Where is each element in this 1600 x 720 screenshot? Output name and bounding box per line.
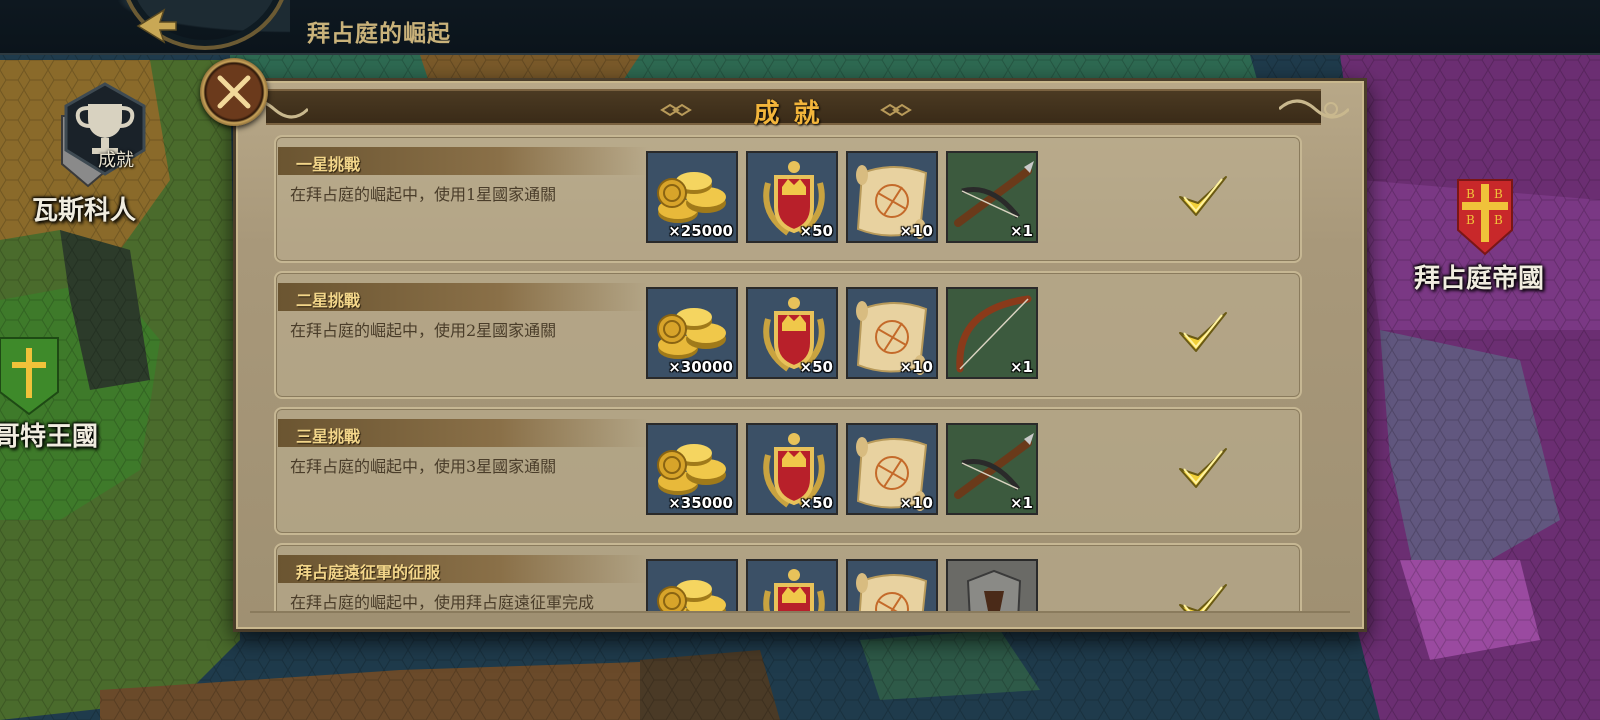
achievement-row[interactable]: 拜占庭遠征軍的征服在拜占庭的崛起中，使用拜占庭遠征軍完成 xyxy=(274,543,1302,613)
nation-label-gothic[interactable]: 哥特王國 xyxy=(0,416,98,453)
reward-quantity: ×25000 xyxy=(668,222,733,240)
page-title: 拜占庭的崛起 xyxy=(307,20,451,47)
reward-item[interactable]: ×50 xyxy=(746,151,838,243)
reward-item[interactable]: ×50 xyxy=(746,423,838,515)
reward-item[interactable]: ×1 xyxy=(946,423,1038,515)
achievement-title: 二星挑戰 xyxy=(296,291,361,310)
reward-quantity: ×50 xyxy=(799,222,833,240)
reward-quantity: ×1 xyxy=(1009,494,1033,512)
back-button[interactable] xyxy=(0,0,290,55)
dialog-header: 成就 xyxy=(238,89,1349,129)
top-bar: 拜占庭的崛起 xyxy=(0,0,1600,55)
reward-quantity: ×35000 xyxy=(668,494,733,512)
reward-item[interactable]: ×10 xyxy=(846,287,938,379)
reward-item[interactable]: ×35000 xyxy=(646,423,738,515)
svg-text:B: B xyxy=(1494,187,1503,201)
achievement-shortcut-label: 成就 xyxy=(98,150,134,171)
achievement-description: 在拜占庭的崛起中，使用1星國家通關 xyxy=(290,185,557,204)
reward-quantity: ×1 xyxy=(1009,222,1033,240)
reward-item[interactable]: ×25000 xyxy=(646,151,738,243)
achievement-description: 在拜占庭的崛起中，使用2星國家通關 xyxy=(290,321,557,340)
reward-item[interactable] xyxy=(746,559,838,613)
achievement-title-bar: 拜占庭遠征軍的征服 xyxy=(278,555,648,583)
close-button[interactable] xyxy=(200,58,268,126)
byzantine-flag-icon[interactable]: B B B B xyxy=(1456,178,1514,256)
completed-check-icon xyxy=(1176,579,1230,613)
svg-text:B: B xyxy=(1494,213,1503,227)
achievement-title-bar: 一星挑戰 xyxy=(278,147,648,175)
reward-quantity: ×30000 xyxy=(668,358,733,376)
svg-text:B: B xyxy=(1466,187,1475,201)
reward-quantity: ×50 xyxy=(799,358,833,376)
achievement-list[interactable]: 一星挑戰 在拜占庭的崛起中，使用1星國家通關 ×25000 ×50 ×10 ×1… xyxy=(274,135,1334,613)
nation-label-vyatichi[interactable]: 瓦斯科人 xyxy=(32,190,136,227)
achievement-row[interactable]: 二星挑戰 在拜占庭的崛起中，使用2星國家通關 ×30000 ×50 ×10 ×1 xyxy=(274,271,1302,399)
achievement-description: 在拜占庭的崛起中，使用3星國家通關 xyxy=(290,457,557,476)
reward-item[interactable] xyxy=(846,559,938,613)
achievement-title: 三星挑戰 xyxy=(296,427,361,446)
completed-check-icon xyxy=(1176,443,1230,493)
reward-item[interactable]: ×10 xyxy=(846,423,938,515)
achievement-row[interactable]: 一星挑戰 在拜占庭的崛起中，使用1星國家通關 ×25000 ×50 ×10 ×1 xyxy=(274,135,1302,263)
reward-item[interactable]: ×1 xyxy=(946,151,1038,243)
reward-item[interactable]: ×30000 xyxy=(646,287,738,379)
achievements-dialog: 成就 一星挑戰 在拜占庭的崛起中，使用1星國家通關 ×25000 ×50 ×10… xyxy=(233,78,1367,632)
back-arrow-icon xyxy=(136,8,177,44)
reward-quantity: ×1 xyxy=(1009,358,1033,376)
completed-check-icon xyxy=(1176,307,1230,357)
achievement-title: 拜占庭遠征軍的征服 xyxy=(296,563,441,582)
dialog-title: 成就 xyxy=(753,99,834,129)
dialog-bottom-trim xyxy=(250,611,1350,623)
nation-label-byzantine[interactable]: 拜占庭帝國 xyxy=(1414,258,1544,295)
reward-quantity: ×50 xyxy=(799,494,833,512)
reward-quantity: ×10 xyxy=(899,222,933,240)
reward-item[interactable] xyxy=(946,559,1038,613)
achievement-row[interactable]: 三星挑戰 在拜占庭的崛起中，使用3星國家通關 ×35000 ×50 ×10 ×1 xyxy=(274,407,1302,535)
achievement-title: 一星挑戰 xyxy=(296,155,361,174)
close-icon xyxy=(217,75,251,109)
reward-item[interactable]: ×10 xyxy=(846,151,938,243)
achievement-title-bar: 二星挑戰 xyxy=(278,283,648,311)
svg-text:B: B xyxy=(1466,213,1475,227)
reward-item[interactable]: ×1 xyxy=(946,287,1038,379)
reward-item[interactable]: ×50 xyxy=(746,287,838,379)
gothic-flag-icon[interactable] xyxy=(0,336,60,416)
reward-item[interactable] xyxy=(646,559,738,613)
completed-check-icon xyxy=(1176,171,1230,221)
reward-quantity: ×10 xyxy=(899,494,933,512)
reward-quantity: ×10 xyxy=(899,358,933,376)
achievement-title-bar: 三星挑戰 xyxy=(278,419,648,447)
achievement-description: 在拜占庭的崛起中，使用拜占庭遠征軍完成 xyxy=(290,593,595,612)
